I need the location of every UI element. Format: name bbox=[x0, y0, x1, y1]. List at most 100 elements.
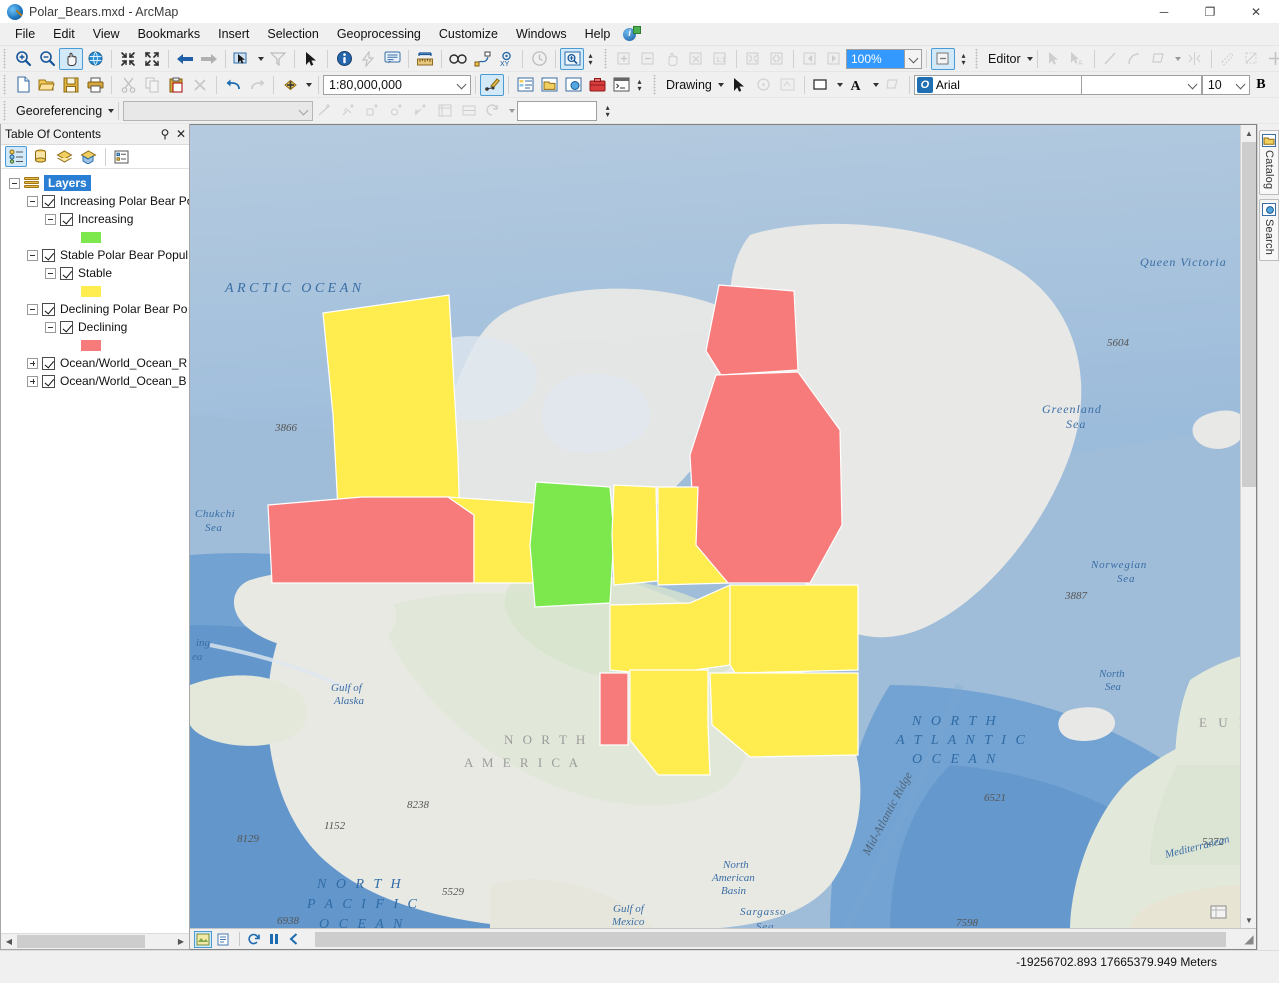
edit-annotation-icon[interactable]: A bbox=[1066, 48, 1090, 70]
georeferencing-value-input[interactable] bbox=[517, 101, 597, 121]
zoom-in-icon[interactable] bbox=[11, 48, 35, 70]
rotate-dropdown[interactable] bbox=[505, 100, 517, 122]
list-by-drawing-order-icon[interactable] bbox=[5, 146, 27, 167]
open-icon[interactable] bbox=[35, 74, 59, 96]
hyperlink-icon[interactable] bbox=[356, 48, 380, 70]
search-window-icon[interactable] bbox=[561, 74, 585, 96]
georeferencing-menu[interactable]: Georeferencing bbox=[11, 104, 106, 118]
previous-page-icon[interactable] bbox=[798, 48, 822, 70]
symbol-swatch-stable[interactable] bbox=[81, 286, 101, 297]
class-checkbox[interactable] bbox=[60, 321, 73, 334]
delete-icon[interactable] bbox=[188, 74, 212, 96]
menu-geoprocessing[interactable]: Geoprocessing bbox=[328, 24, 430, 44]
continue-icon[interactable] bbox=[285, 931, 303, 948]
pan-page-icon[interactable] bbox=[660, 48, 684, 70]
add-data-dropdown[interactable] bbox=[302, 74, 314, 96]
toc-row-increasing-symbol[interactable] bbox=[9, 228, 189, 246]
expander-icon[interactable] bbox=[9, 178, 20, 189]
toolbar-grip[interactable] bbox=[974, 49, 981, 69]
add-control-points-icon[interactable] bbox=[313, 100, 337, 122]
split-icon[interactable] bbox=[1240, 48, 1264, 70]
dock-tab-search[interactable]: Search bbox=[1259, 199, 1279, 261]
menu-bookmarks[interactable]: Bookmarks bbox=[129, 24, 210, 44]
scroll-down-icon[interactable]: ▼ bbox=[1241, 912, 1256, 928]
table-of-contents-icon[interactable] bbox=[513, 74, 537, 96]
close-icon[interactable]: ✕ bbox=[173, 125, 189, 143]
map-scale-combo[interactable]: 1:80,000,000 bbox=[323, 75, 471, 95]
pause-drawing-icon[interactable] bbox=[265, 931, 283, 948]
font-style-combo[interactable] bbox=[1082, 75, 1202, 95]
arctoolbox-icon[interactable] bbox=[585, 74, 609, 96]
refresh-icon[interactable] bbox=[245, 931, 263, 948]
rotate-icon[interactable] bbox=[481, 100, 505, 122]
editor-menu-caret[interactable] bbox=[1027, 57, 1033, 61]
expander-icon[interactable] bbox=[27, 358, 38, 369]
auto-adjust-icon[interactable] bbox=[361, 100, 385, 122]
toc-row-layers[interactable]: Layers bbox=[9, 174, 189, 192]
menu-help[interactable]: Help bbox=[576, 24, 620, 44]
trace-icon[interactable] bbox=[1216, 48, 1240, 70]
find-route-icon[interactable] bbox=[470, 48, 494, 70]
fit-page-icon[interactable] bbox=[684, 48, 708, 70]
layout-view-icon[interactable] bbox=[214, 931, 232, 948]
resize-grip[interactable]: ◢ bbox=[1242, 931, 1256, 948]
fill-color-dropdown[interactable] bbox=[833, 74, 845, 96]
map-canvas[interactable]: ARCTIC OCEANChukchiSea3866ingeaGulf ofAl… bbox=[190, 125, 1256, 928]
html-popup-icon[interactable] bbox=[380, 48, 404, 70]
minimize-button[interactable]: ─ bbox=[1141, 0, 1187, 23]
scroll-left-icon[interactable]: ◀ bbox=[1, 934, 17, 949]
clear-selection-icon[interactable] bbox=[266, 48, 290, 70]
zoom-out-icon[interactable] bbox=[35, 48, 59, 70]
map-vertical-scrollbar[interactable]: ▲ ▼ bbox=[1240, 125, 1256, 928]
arc-segment-icon[interactable] bbox=[1123, 48, 1147, 70]
find-icon[interactable] bbox=[446, 48, 470, 70]
update-georeferencing-icon[interactable] bbox=[433, 100, 457, 122]
go-back-extent-icon[interactable] bbox=[173, 48, 197, 70]
editor-menu[interactable]: Editor bbox=[983, 52, 1025, 66]
fill-color-icon[interactable] bbox=[809, 74, 833, 96]
toggle-draft-mode-icon[interactable] bbox=[931, 48, 955, 70]
scroll-track[interactable] bbox=[17, 934, 173, 949]
expander-icon[interactable] bbox=[45, 214, 56, 225]
cut-polygons-icon[interactable] bbox=[1264, 48, 1279, 70]
identify-icon[interactable] bbox=[332, 48, 356, 70]
maximize-button[interactable]: ❐ bbox=[1187, 0, 1233, 23]
data-view-icon[interactable] bbox=[194, 931, 212, 948]
expander-icon[interactable] bbox=[27, 196, 38, 207]
select-features-icon[interactable] bbox=[230, 48, 254, 70]
font-color-dropdown[interactable] bbox=[869, 74, 881, 96]
layer-checkbox[interactable] bbox=[42, 249, 55, 262]
straight-segment-icon[interactable] bbox=[1099, 48, 1123, 70]
select-elements-icon[interactable] bbox=[299, 48, 323, 70]
construct-polygon-dropdown[interactable] bbox=[1171, 48, 1183, 70]
toolbar-grip[interactable] bbox=[2, 75, 9, 95]
scroll-thumb[interactable] bbox=[17, 935, 145, 948]
copy-icon[interactable] bbox=[140, 74, 164, 96]
editor-toolbar-icon[interactable] bbox=[480, 74, 504, 96]
select-features-dropdown[interactable] bbox=[254, 48, 266, 70]
next-page-icon[interactable] bbox=[822, 48, 846, 70]
fixed-zoom-in-icon[interactable] bbox=[116, 48, 140, 70]
zoom-percent-dropdown[interactable] bbox=[904, 49, 922, 69]
view-link-table-icon[interactable] bbox=[337, 100, 361, 122]
toc-horizontal-scrollbar[interactable]: ◀ ▶ bbox=[1, 933, 189, 949]
paste-icon[interactable] bbox=[164, 74, 188, 96]
select-elements-icon[interactable] bbox=[728, 74, 752, 96]
arcgis-online-info-icon[interactable] bbox=[623, 26, 641, 42]
menu-insert[interactable]: Insert bbox=[209, 24, 258, 44]
toc-row-increasing-class[interactable]: Increasing bbox=[9, 210, 189, 228]
menu-windows[interactable]: Windows bbox=[507, 24, 576, 44]
full-extent-icon[interactable] bbox=[83, 48, 107, 70]
python-window-icon[interactable] bbox=[609, 74, 633, 96]
bold-button[interactable]: B bbox=[1250, 74, 1272, 96]
toolbar-grip[interactable] bbox=[652, 75, 659, 95]
layer-checkbox[interactable] bbox=[42, 375, 55, 388]
toc-row-declining-class[interactable]: Declining bbox=[9, 318, 189, 336]
toc-row-ocean-base[interactable]: Ocean/World_Ocean_B bbox=[9, 372, 189, 390]
one-to-one-icon[interactable]: 1:1 bbox=[708, 48, 732, 70]
time-slider-icon[interactable] bbox=[527, 48, 551, 70]
drawing-menu[interactable]: Drawing bbox=[661, 78, 716, 92]
menu-edit[interactable]: Edit bbox=[44, 24, 84, 44]
drawing-menu-caret[interactable] bbox=[718, 83, 724, 87]
new-map-icon[interactable] bbox=[11, 74, 35, 96]
